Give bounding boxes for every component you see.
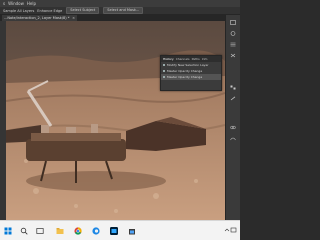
menu-item-window[interactable]: Window	[8, 1, 24, 6]
history-item-label: Master Opacity Change	[167, 75, 203, 79]
history-item-label: Modify New Selection Layer	[167, 63, 209, 67]
task-view-icon[interactable]	[36, 227, 44, 235]
select-subject-button[interactable]: Select Subject	[66, 7, 100, 14]
properties-icon[interactable]	[230, 42, 236, 47]
store-icon[interactable]	[128, 227, 136, 235]
channels-icon[interactable]	[230, 125, 236, 130]
options-bar: Sample All Layers Enhance Edge Select Su…	[0, 7, 240, 15]
layers-icon[interactable]	[230, 20, 236, 25]
tab-info[interactable]: Info	[202, 57, 208, 61]
chrome-icon[interactable]	[74, 227, 82, 235]
search-icon[interactable]	[20, 227, 28, 235]
menu-item-s[interactable]: s	[3, 1, 5, 6]
mars-lander-image	[6, 21, 225, 220]
windows-start-icon[interactable]	[4, 227, 12, 235]
tray-icons	[224, 227, 237, 233]
document-canvas[interactable]	[6, 21, 225, 220]
history-item-label: Master Opacity Change	[167, 69, 203, 73]
enhance-edge-option[interactable]: Enhance Edge	[37, 9, 62, 13]
menu-item-help[interactable]: Help	[27, 1, 36, 6]
history-state-icon	[163, 64, 165, 66]
history-panel-icon[interactable]	[230, 53, 236, 58]
sample-all-layers-option[interactable]: Sample All Layers	[3, 9, 34, 13]
select-and-mask-button[interactable]: Select and Mask...	[103, 7, 144, 14]
tab-paths[interactable]: Paths	[192, 57, 200, 61]
brush-icon[interactable]	[230, 96, 236, 101]
history-state-icon	[163, 70, 165, 72]
history-panel: History Channels Paths Info Modify New S…	[160, 55, 222, 91]
document-tab-title: ...Note/interaction_2, Layer Mask/8) *	[4, 16, 70, 20]
edge-icon[interactable]	[92, 227, 100, 235]
tab-history[interactable]: History	[163, 57, 174, 61]
paths-icon[interactable]	[230, 136, 236, 141]
tab-channels[interactable]: Channels	[176, 57, 190, 61]
menu-bar: s Window Help	[0, 0, 240, 7]
windows-taskbar	[0, 220, 240, 240]
history-state-icon	[163, 76, 165, 78]
history-item-selected[interactable]: Master Opacity Change	[161, 74, 221, 80]
swatches-icon[interactable]	[230, 85, 236, 90]
adjustments-icon[interactable]	[230, 31, 236, 36]
file-explorer-icon[interactable]	[56, 227, 64, 235]
system-tray[interactable]	[224, 225, 238, 236]
photoshop-icon[interactable]	[110, 227, 118, 235]
right-panel-strip	[225, 15, 240, 220]
